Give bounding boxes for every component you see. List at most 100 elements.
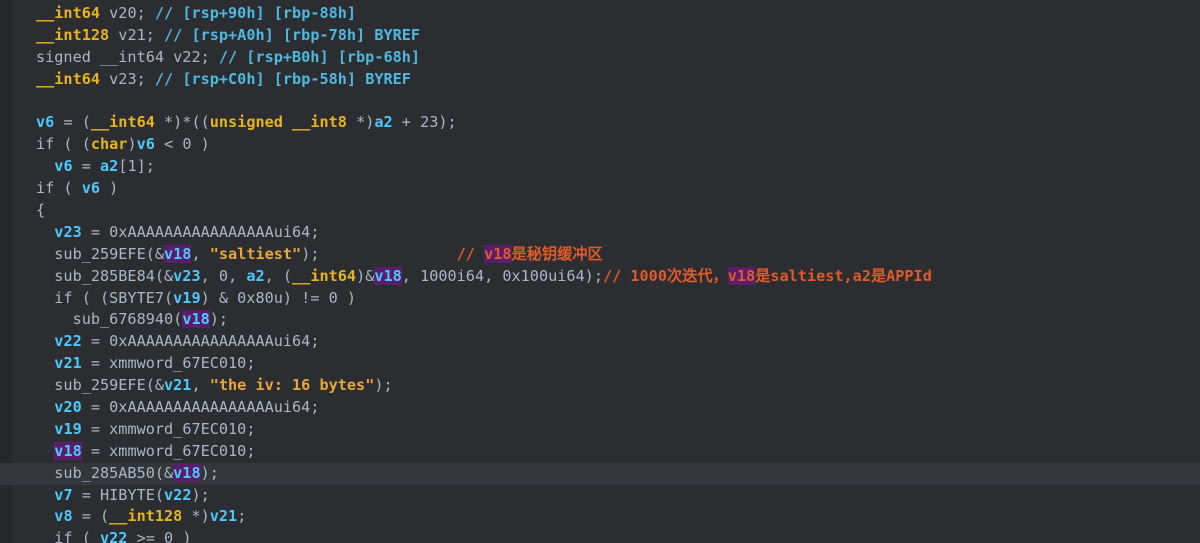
code-token: sub_6768940( [36, 310, 183, 329]
code-text: if ( (char)v6 < 0 ) [36, 134, 210, 156]
code-line[interactable]: { [0, 200, 1200, 222]
code-variable[interactable]: v18 [173, 463, 201, 482]
code-line[interactable]: v19 = xmmword_67EC010; [0, 419, 1200, 441]
code-string: "saltiest" [209, 244, 302, 263]
code-text: if ( (SBYTE7(v19) & 0x80u) != 0 ) [36, 288, 356, 310]
code-variable[interactable]: v18 [182, 310, 210, 329]
code-line[interactable]: signed __int64 v22; // [rsp+B0h] [rbp-68… [0, 47, 1200, 69]
code-token: [1]; [118, 157, 155, 176]
code-line[interactable]: v20 = 0xAAAAAAAAAAAAAAAAui64; [0, 397, 1200, 419]
code-line[interactable]: v7 = HIBYTE(v22); [0, 485, 1200, 507]
code-line[interactable]: sub_6768940(v18); [0, 309, 1200, 331]
code-text: v8 = (__int128 *)v21; [36, 506, 246, 528]
code-token: { [36, 201, 46, 220]
code-line[interactable]: v22 = 0xAAAAAAAAAAAAAAAAui64; [0, 331, 1200, 353]
code-line[interactable]: if ( (char)v6 < 0 ) [0, 134, 1200, 156]
code-token: if ( ( [36, 135, 91, 154]
code-line[interactable]: v23 = 0xAAAAAAAAAAAAAAAAui64; [0, 222, 1200, 244]
code-line[interactable]: sub_259EFE(&v18, "saltiest"); // v18是秘钥缓… [0, 244, 1200, 266]
code-token: = [72, 157, 101, 176]
code-text: __int128 v21; // [rsp+A0h] [rbp-78h] BYR… [36, 25, 420, 47]
code-comment: v18 [484, 244, 512, 263]
code-line[interactable]: v6 = (__int64 *)*((unsigned __int8 *)a2 … [0, 112, 1200, 134]
code-variable[interactable]: v19 [54, 420, 81, 438]
code-variable[interactable]: v6 [54, 157, 72, 175]
code-token: if ( [36, 529, 101, 543]
code-text: v23 = 0xAAAAAAAAAAAAAAAAui64; [36, 222, 319, 244]
code-area[interactable]: __int64 v20; // [rsp+90h] [rbp-88h] __int… [0, 3, 1200, 543]
code-variable[interactable]: v23 [173, 267, 200, 285]
code-text: sub_6768940(v18); [36, 309, 228, 331]
code-line[interactable] [0, 91, 1200, 113]
code-variable[interactable]: a2 [100, 157, 118, 175]
code-line[interactable]: sub_259EFE(&v21, "the iv: 16 bytes"); [0, 375, 1200, 397]
code-type: __int128 [109, 507, 183, 526]
code-variable[interactable]: a2 [374, 113, 392, 131]
pseudocode-editor[interactable]: __int64 v20; // [rsp+90h] [rbp-88h] __int… [0, 0, 1200, 543]
code-token: if ( (SBYTE7( [36, 288, 174, 307]
code-token: ; [237, 507, 247, 526]
code-comment: 是saltiest,a2是APPId [755, 266, 932, 285]
code-line[interactable]: v21 = xmmword_67EC010; [0, 353, 1200, 375]
code-token: sub_285BE84(& [36, 266, 174, 285]
code-line[interactable]: if ( v22 >= 0 ) [0, 528, 1200, 543]
code-line[interactable]: sub_285BE84(&v23, 0, a2, (__int64)&v18, … [0, 266, 1200, 288]
code-line[interactable]: __int64 v23; // [rsp+C0h] [rbp-58h] BYRE… [0, 69, 1200, 91]
code-token: *) [182, 507, 210, 526]
code-comment: 是秘钥缓冲区 [511, 244, 603, 263]
code-token: signed __int64 v22; [36, 47, 219, 66]
code-variable[interactable]: v21 [210, 507, 237, 525]
code-token: v23; [100, 69, 155, 88]
code-variable[interactable]: v22 [164, 486, 191, 504]
code-variable[interactable]: v20 [54, 398, 81, 416]
code-type: __int64 [292, 266, 357, 285]
code-type: __int64 [36, 4, 101, 22]
code-comment: // [rsp+C0h] [rbp-58h] BYREF [154, 69, 411, 88]
code-variable[interactable]: v8 [54, 507, 72, 525]
code-variable[interactable]: v18 [374, 266, 402, 285]
code-token: *)*(( [154, 113, 210, 132]
code-variable[interactable]: v18 [164, 244, 192, 263]
code-line[interactable]: __int128 v21; // [rsp+A0h] [rbp-78h] BYR… [0, 25, 1200, 47]
code-token: , 1000i64, 0x100ui64); [401, 266, 603, 285]
code-variable[interactable]: v21 [164, 376, 191, 394]
code-variable[interactable]: v23 [54, 223, 81, 241]
code-variable[interactable]: v22 [54, 332, 81, 350]
code-token: ); [374, 376, 393, 395]
code-variable[interactable]: v22 [100, 529, 127, 543]
code-variable[interactable]: v21 [54, 354, 81, 372]
code-string: "the iv: 16 bytes" [209, 376, 375, 395]
code-token: v21; [109, 25, 165, 44]
code-text: signed __int64 v22; // [rsp+B0h] [rbp-68… [36, 47, 420, 69]
code-variable[interactable]: v18 [54, 441, 82, 460]
code-text: v18 = xmmword_67EC010; [36, 441, 255, 463]
code-line[interactable]: v6 = a2[1]; [0, 156, 1200, 178]
code-variable[interactable]: v7 [54, 486, 72, 504]
code-variable[interactable]: v6 [36, 113, 54, 131]
code-line[interactable]: sub_285AB50(&v18); [0, 462, 1200, 485]
code-line[interactable]: v18 = xmmword_67EC010; [0, 441, 1200, 463]
code-variable[interactable]: a2 [246, 267, 264, 285]
code-token: = xmmword_67EC010; [81, 354, 256, 373]
code-text: __int64 v20; // [rsp+90h] [rbp-88h] [36, 3, 356, 25]
code-variable[interactable]: v19 [173, 289, 200, 307]
code-token: = 0xAAAAAAAAAAAAAAAAui64; [81, 332, 320, 351]
code-text: v7 = HIBYTE(v22); [36, 485, 209, 507]
code-line[interactable]: if ( v6 ) [0, 178, 1200, 200]
code-token: , [191, 376, 210, 395]
code-variable[interactable]: v6 [137, 135, 155, 153]
code-line[interactable]: if ( (SBYTE7(v19) & 0x80u) != 0 ) [0, 288, 1200, 310]
code-text: v22 = 0xAAAAAAAAAAAAAAAAui64; [36, 331, 319, 353]
code-type: __int64 [90, 113, 155, 132]
code-line[interactable]: v8 = (__int128 *)v21; [0, 506, 1200, 528]
code-line[interactable]: __int64 v20; // [rsp+90h] [rbp-88h] [0, 3, 1200, 25]
code-text: { [36, 200, 45, 222]
code-comment: // [rsp+A0h] [rbp-78h] BYREF [164, 25, 421, 44]
code-variable[interactable]: v6 [82, 179, 100, 197]
